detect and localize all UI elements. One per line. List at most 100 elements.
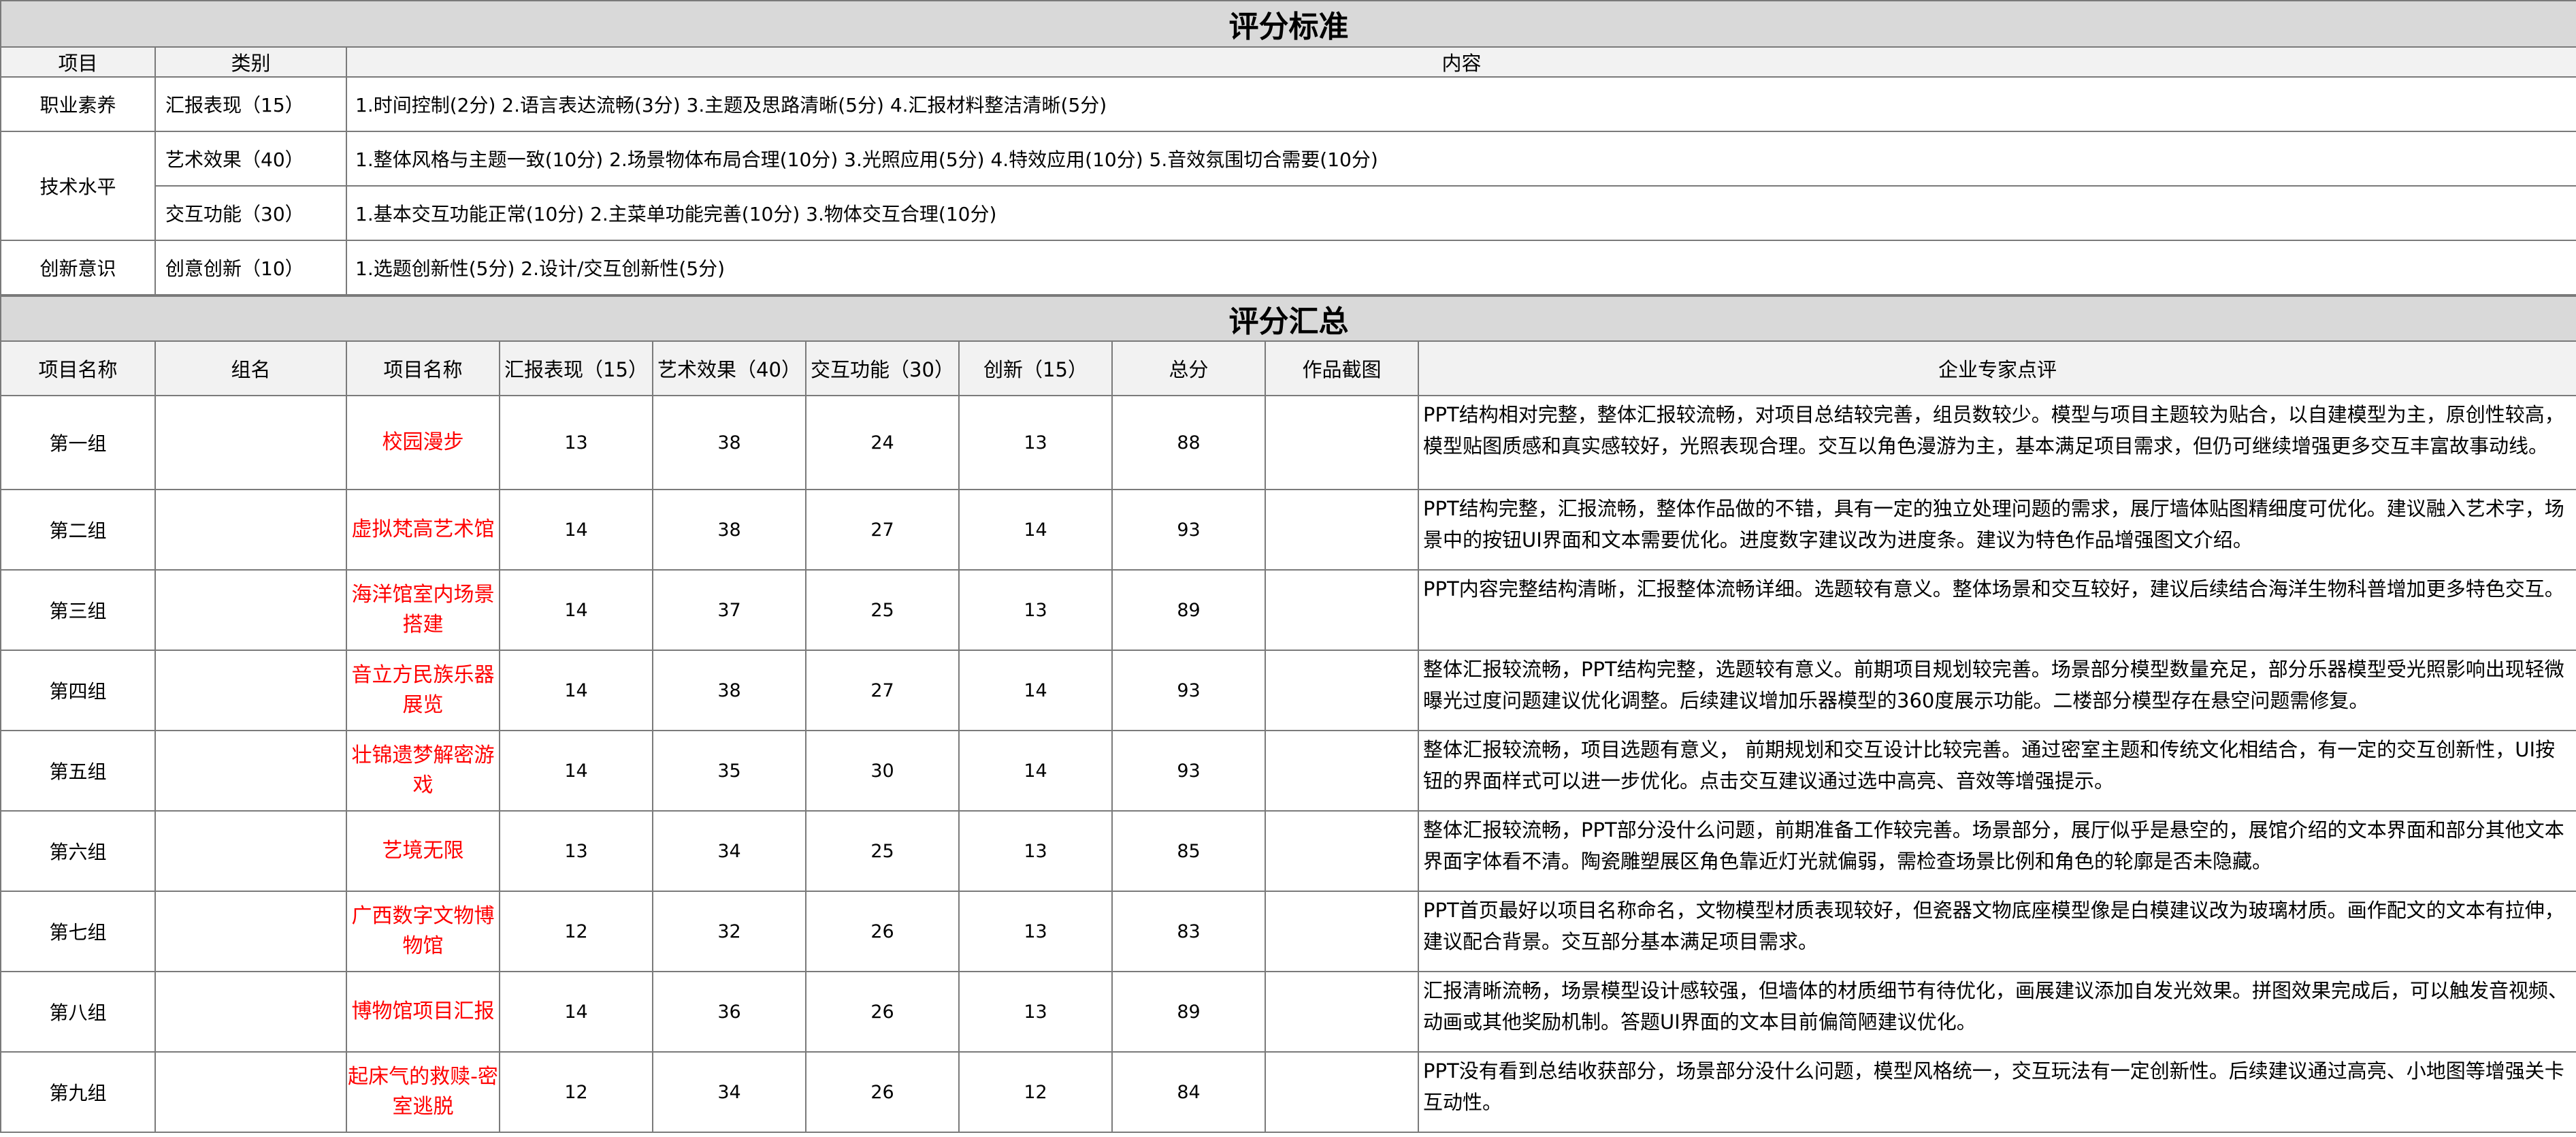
score-art: 36 [652,971,806,1053]
project-name: 校园漫步 [346,395,500,490]
work-screenshot [1265,1051,1419,1133]
header-innovation: 创新（15） [958,340,1113,396]
table-row: 第二组 虚拟梵高艺术馆 14 38 27 14 93 PPT结构完整，汇报流畅，整体作品做的不… [0,489,2576,571]
score-innovation: 13 [958,971,1113,1053]
criteria-header-content: 内容 [345,46,2576,78]
criteria-title: 评分标准 [0,0,2576,48]
project-name: 海洋馆室内场景搭建 [346,569,500,651]
expert-comment: 整体汇报较流畅，PPT结构完整，选题较有意义。前期项目规划较完善。场景部分模型数… [1417,650,2576,731]
project-name: 艺境无限 [346,810,500,892]
work-screenshot [1265,971,1419,1053]
table-row: 第六组 艺境无限 13 34 25 13 85 整体汇报较流畅，PPT部分没什么问题，前期准备… [0,810,2576,892]
group-name: 第九组 [0,1051,156,1133]
expert-comment: PPT首页最好以项目名称命名，文物模型材质表现较好，但瓷器文物底座模型像是白模建… [1417,891,2576,972]
score-art: 32 [652,891,806,972]
criteria-content: 1.整体风格与主题一致(10分) 2.场景物体布局合理(10分) 3.光照应用(… [345,131,2576,187]
header-report: 汇报表现（15） [499,340,653,396]
expert-comment: PPT结构完整，汇报流畅，整体作品做的不错，具有一定的独立处理问题的需求，展厅墙… [1417,489,2576,571]
score-interaction: 26 [805,971,960,1053]
group-name: 第四组 [0,650,156,731]
score-art: 34 [652,810,806,892]
work-screenshot [1265,891,1419,972]
header-art: 艺术效果（40） [652,340,806,396]
project-name: 广西数字文物博物馆 [346,891,500,972]
score-total: 93 [1111,730,1266,812]
score-interaction: 26 [805,1051,960,1133]
expert-comment: 整体汇报较流畅，项目选题有意义， 前期规划和交互设计比较完善。通过密室主题和传统… [1417,730,2576,812]
group-name: 第二组 [0,489,156,571]
score-report: 12 [499,1051,653,1133]
team-name [154,489,347,571]
header-team: 组名 [154,340,347,396]
group-name: 第六组 [0,810,156,892]
team-name [154,730,347,812]
project-name: 起床气的救赎-密室逃脱 [346,1051,500,1133]
table-row: 第四组 音立方民族乐器展览 14 38 27 14 93 整体汇报较流畅，PPT结构完整，选题… [0,650,2576,731]
score-report: 14 [499,569,653,651]
score-art: 35 [652,730,806,812]
group-name: 第七组 [0,891,156,972]
header-project: 项目名称 [346,340,500,396]
score-report: 14 [499,650,653,731]
group-name: 第一组 [0,395,156,490]
score-total: 89 [1111,569,1266,651]
score-interaction: 27 [805,650,960,731]
criteria-category: 汇报表现（15） [154,76,347,132]
work-screenshot [1265,730,1419,812]
table-row: 第五组 壮锦遗梦解密游戏 14 35 30 14 93 整体汇报较流畅，项目选题有意义， 前期… [0,730,2576,812]
table-row: 第三组 海洋馆室内场景搭建 14 37 25 13 89 PPT内容完整结构清晰，汇报整体流畅… [0,569,2576,651]
expert-comment: PPT没有看到总结收获部分，场景部分没什么问题，模型风格统一，交互玩法有一定创新… [1417,1051,2576,1133]
table-row: 第八组 博物馆项目汇报 14 36 26 13 89 汇报清晰流畅，场景模型设计感较强，但墙体… [0,971,2576,1053]
score-innovation: 14 [958,489,1113,571]
score-interaction: 25 [805,810,960,892]
score-art: 34 [652,1051,806,1133]
group-name: 第五组 [0,730,156,812]
score-innovation: 14 [958,730,1113,812]
header-total: 总分 [1111,340,1266,396]
work-screenshot [1265,810,1419,892]
score-total: 88 [1111,395,1266,490]
summary-title: 评分汇总 [0,295,2576,342]
score-total: 83 [1111,891,1266,972]
work-screenshot [1265,395,1419,490]
project-name: 音立方民族乐器展览 [346,650,500,731]
score-innovation: 13 [958,569,1113,651]
criteria-category: 艺术效果（40） [154,131,347,187]
header-interact: 交互功能（30） [805,340,960,396]
score-innovation: 14 [958,650,1113,731]
header-group: 项目名称 [0,340,156,396]
project-name: 壮锦遗梦解密游戏 [346,730,500,812]
team-name [154,1051,347,1133]
score-total: 85 [1111,810,1266,892]
score-interaction: 30 [805,730,960,812]
score-report: 14 [499,489,653,571]
score-interaction: 27 [805,489,960,571]
header-screenshot: 作品截图 [1265,340,1419,396]
score-innovation: 13 [958,395,1113,490]
criteria-table: 评分标准 项目 类别 内容 职业素养 汇报表现（15） 1.时间控制(2分) 2… [0,0,2576,295]
team-name [154,810,347,892]
team-name [154,569,347,651]
project-name: 博物馆项目汇报 [346,971,500,1053]
score-innovation: 13 [958,891,1113,972]
group-name: 第八组 [0,971,156,1053]
summary-table: 评分汇总 项目名称 组名 项目名称 汇报表现（15） 艺术效果（40） 交互功能… [0,295,2576,1133]
team-name [154,650,347,731]
score-innovation: 13 [958,810,1113,892]
score-total: 89 [1111,971,1266,1053]
score-interaction: 24 [805,395,960,490]
score-report: 13 [499,395,653,490]
criteria-header-item: 项目 [0,46,156,78]
expert-comment: 整体汇报较流畅，PPT部分没什么问题，前期准备工作较完善。场景部分，展厅似乎是悬… [1417,810,2576,892]
score-art: 38 [652,650,806,731]
score-art: 38 [652,489,806,571]
score-art: 37 [652,569,806,651]
score-total: 84 [1111,1051,1266,1133]
table-row: 第一组 校园漫步 13 38 24 13 88 PPT结构相对完整，整体汇报较流畅，对项目总结… [0,395,2576,490]
work-screenshot [1265,489,1419,571]
score-report: 13 [499,810,653,892]
table-row: 第九组 起床气的救赎-密室逃脱 12 34 26 12 84 PPT没有看到总结收获部分，场景… [0,1051,2576,1133]
criteria-header-category: 类别 [154,46,347,78]
table-row: 第七组 广西数字文物博物馆 12 32 26 13 83 PPT首页最好以项目名称命名，文物模… [0,891,2576,972]
work-screenshot [1265,650,1419,731]
